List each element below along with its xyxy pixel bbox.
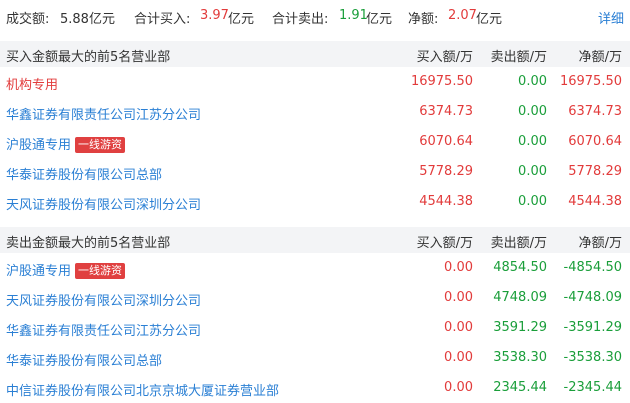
sell-amount: 3591.29 (493, 320, 547, 335)
branch-name[interactable]: 华泰证券股份有限公司总部 (6, 350, 162, 369)
net-amount: -4854.50 (563, 260, 622, 275)
buy-amount: 6374.73 (419, 104, 473, 119)
total-sell-label: 合计卖出: (272, 12, 329, 27)
turnover-label: 成交额: (6, 12, 50, 27)
sell-amount: 0.00 (518, 164, 547, 179)
sell-amount: 0.00 (518, 104, 547, 119)
table-row: 中信证券股份有限公司北京京城大厦证券营业部 0.00 2345.44 -2345… (0, 373, 630, 403)
net-amount: 6374.73 (568, 104, 622, 119)
buy-amount: 0.00 (444, 290, 473, 305)
col-net-amount: 净额/万 (578, 236, 622, 251)
table-row: 沪股通专用 一线游资 6070.64 0.00 6070.64 (0, 127, 630, 157)
table-row: 天风证券股份有限公司深圳分公司 4544.38 0.00 4544.38 (0, 187, 630, 217)
buy-amount: 0.00 (444, 380, 473, 395)
branch-name[interactable]: 机构专用 (6, 74, 58, 93)
buy-amount: 16975.50 (410, 74, 473, 89)
buy-amount: 0.00 (444, 350, 473, 365)
branch-name[interactable]: 沪股通专用 一线游资 (6, 134, 126, 153)
branch-name[interactable]: 天风证券股份有限公司深圳分公司 (6, 194, 201, 213)
table-row: 华鑫证券有限责任公司江苏分公司 6374.73 0.00 6374.73 (0, 97, 630, 127)
buy-amount: 6070.64 (419, 134, 473, 149)
summary-bar: 成交额: 5.88亿元 合计买入: 3.97 亿元 合计卖出: 1.91 亿元 … (0, 0, 630, 34)
table-row: 天风证券股份有限公司深圳分公司 0.00 4748.09 -4748.09 (0, 283, 630, 313)
total-sell-unit: 亿元 (366, 12, 393, 27)
total-buy-unit: 亿元 (228, 12, 255, 27)
table-row: 华鑫证券有限责任公司江苏分公司 0.00 3591.29 -3591.29 (0, 313, 630, 343)
hot-money-tag: 一线游资 (75, 263, 126, 279)
branch-name[interactable]: 中信证券股份有限公司北京京城大厦证券营业部 (6, 380, 279, 399)
sell-amount: 4748.09 (493, 290, 547, 305)
col-net-amount: 净额/万 (578, 50, 622, 65)
col-buy-amount: 买入额/万 (416, 50, 473, 65)
sell-amount: 3538.30 (493, 350, 547, 365)
total-buy-label: 合计买入: (134, 12, 191, 27)
net-amount: -3538.30 (563, 350, 622, 365)
branch-name[interactable]: 华鑫证券有限责任公司江苏分公司 (6, 104, 201, 123)
net-amount: -4748.09 (563, 290, 622, 305)
col-buy-amount: 买入额/万 (416, 236, 473, 251)
buy-amount: 0.00 (444, 260, 473, 275)
table-row: 机构专用 16975.50 0.00 16975.50 (0, 67, 630, 97)
buy-amount: 5778.29 (419, 164, 473, 179)
net-amount: -3591.29 (563, 320, 622, 335)
table-row: 华泰证券股份有限公司总部 5778.29 0.00 5778.29 (0, 157, 630, 187)
sell-amount: 2345.44 (493, 380, 547, 395)
buy-amount: 0.00 (444, 320, 473, 335)
sell-amount: 0.00 (518, 74, 547, 89)
net-amount: 6070.64 (568, 134, 622, 149)
branch-name-text: 沪股通专用 (6, 138, 72, 153)
turnover-value: 5.88亿元 (60, 12, 115, 27)
sell-amount: 4854.50 (493, 260, 547, 275)
branch-name[interactable]: 天风证券股份有限公司深圳分公司 (6, 290, 201, 309)
branch-name-text: 沪股通专用 (6, 264, 72, 279)
table-row: 华泰证券股份有限公司总部 0.00 3538.30 -3538.30 (0, 343, 630, 373)
branch-name[interactable]: 沪股通专用 一线游资 (6, 260, 126, 279)
sell-amount: 0.00 (518, 134, 547, 149)
net-amount: 4544.38 (568, 194, 622, 209)
net-value: 2.07 (448, 8, 477, 23)
net-label: 净额: (408, 12, 439, 27)
total-buy-value: 3.97 (200, 8, 229, 23)
buy-amount: 4544.38 (419, 194, 473, 209)
table-row: 沪股通专用 一线游资 0.00 4854.50 -4854.50 (0, 253, 630, 283)
sell-section-title: 卖出金额最大的前5名营业部 (6, 236, 171, 251)
sell-amount: 0.00 (518, 194, 547, 209)
total-sell-value: 1.91 (339, 8, 368, 23)
net-unit: 亿元 (476, 12, 503, 27)
col-sell-amount: 卖出额/万 (490, 236, 547, 251)
buy-section-header: 买入金额最大的前5名营业部 买入额/万 卖出额/万 净额/万 (0, 41, 630, 67)
col-sell-amount: 卖出额/万 (490, 50, 547, 65)
net-amount: 5778.29 (568, 164, 622, 179)
sell-section-header: 卖出金额最大的前5名营业部 买入额/万 卖出额/万 净额/万 (0, 227, 630, 253)
net-amount: -2345.44 (563, 380, 622, 395)
hot-money-tag: 一线游资 (75, 137, 126, 153)
detail-link[interactable]: 详细 (598, 8, 624, 27)
buy-section-title: 买入金额最大的前5名营业部 (6, 50, 171, 65)
branch-name[interactable]: 华鑫证券有限责任公司江苏分公司 (6, 320, 201, 339)
net-amount: 16975.50 (559, 74, 622, 89)
branch-name[interactable]: 华泰证券股份有限公司总部 (6, 164, 162, 183)
